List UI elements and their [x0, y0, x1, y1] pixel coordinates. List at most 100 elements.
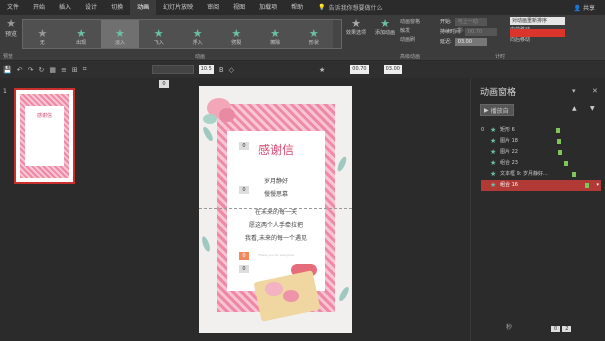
preview-star-icon: ★	[6, 17, 16, 30]
timeline-bar[interactable]	[564, 161, 568, 166]
crop-icon[interactable]: ⌗	[83, 65, 87, 74]
menu-design[interactable]: 设计	[78, 0, 104, 15]
star-icon: ★	[490, 159, 497, 167]
animation-gallery: ★ 无 ★ 出现 ★ 淡入 ★ 飞入 ★ 浮入 ★ 劈裂 ★ 擦除 ★ 形状	[22, 19, 342, 49]
star-plus-icon: ★	[380, 17, 390, 30]
anim-split[interactable]: ★ 劈裂	[217, 20, 256, 48]
animation-item-selected[interactable]: ★ 组合 16 ▾	[481, 180, 601, 191]
menu-view[interactable]: 视图	[226, 0, 252, 15]
timeline-bar[interactable]	[558, 150, 562, 155]
star-icon: ★	[76, 27, 87, 40]
effect-options-button[interactable]: ★ 效果选项	[344, 18, 368, 36]
menu-home[interactable]: 开始	[26, 0, 52, 15]
duration-field[interactable]: 00.70	[464, 28, 497, 36]
close-icon[interactable]: ✕	[592, 87, 598, 95]
menu-review[interactable]: 审阅	[200, 0, 226, 15]
delay-field[interactable]: 03.00	[454, 38, 487, 46]
anim-fly-in[interactable]: ★ 飞入	[139, 20, 178, 48]
animation-badge[interactable]: 0	[239, 252, 249, 260]
animation-badge[interactable]: 0	[239, 142, 249, 150]
delay-label: 延迟:	[440, 39, 452, 45]
anim-fade[interactable]: ★ 淡入	[100, 20, 140, 48]
font-dropdown[interactable]	[151, 65, 194, 74]
preview-button[interactable]: ★ 预览	[2, 18, 20, 54]
menu-bar: 文件 开始 插入 设计 切换 动画 幻灯片放映 审阅 视图 加载项 帮助 💡 告…	[0, 0, 605, 15]
animation-item[interactable]: ★ 组合 23	[481, 158, 601, 169]
pane-dropdown-icon[interactable]: ▾	[572, 87, 576, 95]
anim-shape[interactable]: ★ 形状	[294, 20, 333, 48]
preview-label: 预览	[4, 31, 17, 38]
star-icon: ★	[490, 170, 497, 178]
duration-quick-field[interactable]: 00.70	[350, 65, 369, 74]
trigger-button[interactable]: 触发	[400, 27, 440, 36]
thumb-title: 感谢信	[36, 113, 52, 119]
start-dropdown[interactable]: 与上一动画...	[454, 18, 487, 33]
star-icon: ★	[153, 27, 164, 40]
animation-badge[interactable]: 0	[239, 265, 249, 273]
timeline-bar[interactable]	[557, 139, 561, 144]
shape-icon[interactable]: ◇	[229, 66, 234, 74]
group-icon[interactable]: ⊞	[72, 66, 78, 74]
page-label[interactable]: 2	[562, 326, 572, 332]
play-from-button[interactable]: ▶ 播放自	[480, 104, 514, 116]
tell-me-search[interactable]: 💡 告诉我你想要做什么	[318, 3, 383, 12]
share-button[interactable]: 👤 共享	[574, 3, 595, 12]
undo-icon[interactable]: ↶	[17, 66, 23, 74]
menu-addins[interactable]: 加载项	[252, 0, 284, 15]
anim-none[interactable]: ★ 无	[23, 20, 62, 48]
save-icon[interactable]: 💾	[3, 66, 12, 74]
format-icon[interactable]: ▦	[49, 66, 56, 74]
animation-item[interactable]: ★ 图片 18	[481, 136, 601, 147]
leaf-decoration	[337, 285, 351, 303]
add-animation-button[interactable]: ★ 添加动画	[372, 18, 398, 36]
flower-decoration	[219, 108, 235, 122]
animation-item[interactable]: ★ 文本框 9: 岁月静好...	[481, 169, 601, 180]
font-size-field[interactable]: 10.5	[198, 65, 214, 74]
animation-pane-button[interactable]: 动画窗格	[400, 18, 440, 27]
timeline-bar[interactable]	[585, 183, 589, 188]
align-icon[interactable]: ≡	[61, 66, 67, 74]
anim-wipe[interactable]: ★ 擦除	[256, 20, 295, 48]
star-icon: ★	[490, 181, 497, 189]
animation-item[interactable]: 0 ★ 矩形 6	[481, 125, 601, 136]
refresh-icon[interactable]: ↻	[38, 66, 44, 74]
page-label[interactable]: 0	[551, 326, 561, 332]
quick-toolbar: 💾 ↶ ↷ ↻ ▦ ≡ ⊞ ⌗ 10.5 B ◇ ★ 00.70 03.00	[0, 61, 605, 78]
animation-list: 0 ★ 矩形 6 ★ 图片 18 ★ 图片 22 ★ 组合 23 ★ 文本框 9: 岁月静好…	[481, 125, 601, 191]
redo-icon[interactable]: ↷	[28, 66, 34, 74]
duration-label: 持续时间:	[440, 29, 462, 35]
seconds-label: 秒	[506, 324, 513, 331]
anim-appear[interactable]: ★ 出现	[62, 20, 101, 48]
menu-file[interactable]: 文件	[0, 0, 26, 15]
letter-line: 岁月静好	[263, 178, 288, 185]
menu-slideshow[interactable]: 幻灯片放映	[156, 0, 200, 15]
animation-badge[interactable]: 0	[239, 186, 249, 194]
animation-painter-button[interactable]: 动画刷	[400, 36, 440, 45]
menu-animations[interactable]: 动画	[130, 0, 157, 15]
gallery-scrollbar[interactable]	[333, 20, 341, 48]
star-icon: ★	[490, 137, 497, 145]
delay-quick-field[interactable]: 03.00	[383, 65, 402, 74]
slide-thumbnail[interactable]: 感谢信	[14, 88, 75, 184]
menu-transitions[interactable]: 切换	[104, 0, 130, 15]
animation-item[interactable]: ★ 图片 22	[481, 147, 601, 158]
chevron-down-icon[interactable]: ▾	[596, 180, 599, 191]
move-up-icon[interactable]: ▲	[572, 105, 577, 112]
move-down-icon[interactable]: ▼	[590, 105, 595, 112]
star-icon: ★	[490, 126, 497, 134]
play-icon: ▶	[484, 106, 489, 114]
bold-icon[interactable]: B	[219, 66, 224, 74]
menu-help[interactable]: 帮助	[284, 0, 310, 15]
start-label: 开始:	[440, 19, 452, 25]
menu-insert[interactable]: 插入	[52, 0, 78, 15]
timeline-bar[interactable]	[556, 128, 560, 133]
anim-float-in[interactable]: ★ 浮入	[178, 20, 217, 48]
lightbulb-icon: 💡	[318, 4, 326, 11]
leaf-decoration	[201, 125, 215, 143]
reorder-title: 对动画重新排序	[510, 17, 565, 25]
star-tool-icon[interactable]: ★	[319, 66, 325, 74]
slide[interactable]: 感谢信 岁月静好 慢慢思慕 在未来的每一天 愿这两个人手牵拉把 我看,未来的每一…	[159, 80, 352, 333]
leaf-decoration	[335, 155, 349, 173]
person-icon: 👤	[573, 5, 582, 12]
timeline-bar[interactable]	[572, 172, 576, 177]
